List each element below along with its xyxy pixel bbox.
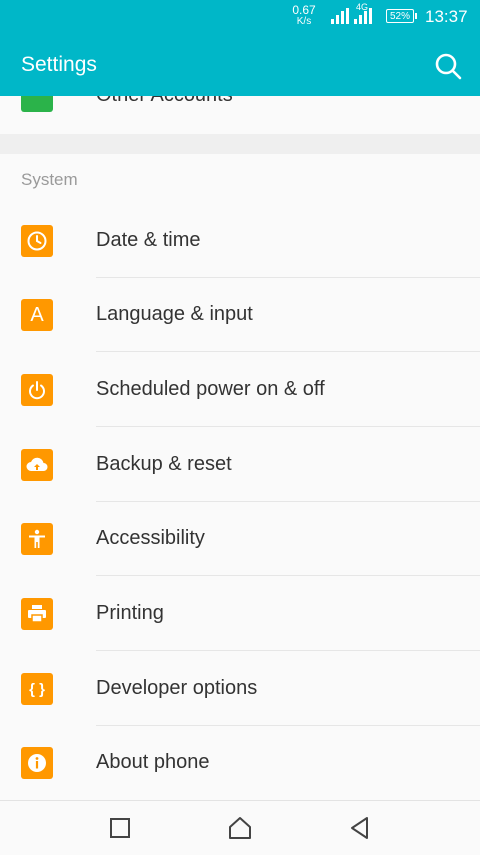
settings-item-language-input[interactable]: A Language & input — [0, 277, 480, 352]
signal-icon — [331, 8, 349, 24]
status-time: 13:37 — [425, 7, 468, 26]
search-icon — [435, 53, 462, 80]
accounts-icon — [21, 96, 53, 112]
home-button[interactable] — [226, 814, 254, 842]
app-bar: Settings — [0, 34, 480, 96]
settings-item-label: Developer options — [96, 677, 258, 699]
settings-item-accessibility[interactable]: Accessibility — [0, 501, 480, 576]
navigation-bar — [0, 800, 480, 855]
settings-item-about-phone[interactable]: About phone — [0, 725, 480, 800]
settings-item-other-accounts[interactable]: Other Accounts — [0, 96, 480, 134]
network-speed: 0.67 K/s — [291, 3, 317, 27]
power-icon — [21, 374, 53, 406]
settings-item-label: Backup & reset — [96, 453, 232, 475]
back-icon — [351, 817, 368, 839]
battery-indicator: 52% — [386, 9, 417, 23]
section-header-system: System — [21, 170, 78, 189]
language-icon: A — [21, 299, 53, 331]
settings-item-date-time[interactable]: Date & time — [0, 203, 480, 278]
settings-item-label: Other Accounts — [96, 96, 233, 107]
braces-icon: { } — [21, 673, 53, 705]
clock-icon — [21, 225, 53, 257]
search-button[interactable] — [433, 51, 463, 81]
settings-item-label: Accessibility — [96, 527, 205, 549]
settings-item-backup-reset[interactable]: Backup & reset — [0, 427, 480, 502]
braces-icon-glyph: { } — [29, 680, 45, 698]
home-icon — [229, 817, 251, 839]
printer-icon — [21, 598, 53, 630]
settings-item-label: Language & input — [96, 303, 253, 325]
settings-item-label: Scheduled power on & off — [96, 378, 325, 400]
settings-item-scheduled-power[interactable]: Scheduled power on & off — [0, 352, 480, 427]
recents-icon — [110, 818, 130, 838]
settings-item-printing[interactable]: Printing — [0, 576, 480, 651]
section-divider — [0, 134, 480, 154]
settings-item-label: Printing — [96, 602, 164, 624]
speed-value: 0.67 — [292, 3, 316, 17]
recents-button[interactable] — [106, 814, 134, 842]
status-bar: 0.67 K/s 4G 52% 13:37 — [0, 0, 480, 34]
info-icon — [21, 747, 53, 779]
accessibility-icon — [21, 523, 53, 555]
back-button[interactable] — [346, 814, 374, 842]
page-title: Settings — [21, 53, 97, 76]
cloud-upload-icon — [21, 449, 53, 481]
settings-item-label: About phone — [96, 751, 210, 773]
speed-unit: K/s — [296, 16, 312, 27]
settings-list[interactable]: Other Accounts System Date & time A Lang… — [0, 96, 480, 800]
signal-4g-icon — [354, 8, 372, 24]
settings-item-label: Date & time — [96, 229, 201, 251]
language-icon-glyph: A — [30, 303, 44, 326]
settings-item-developer-options[interactable]: { } Developer options — [0, 651, 480, 726]
